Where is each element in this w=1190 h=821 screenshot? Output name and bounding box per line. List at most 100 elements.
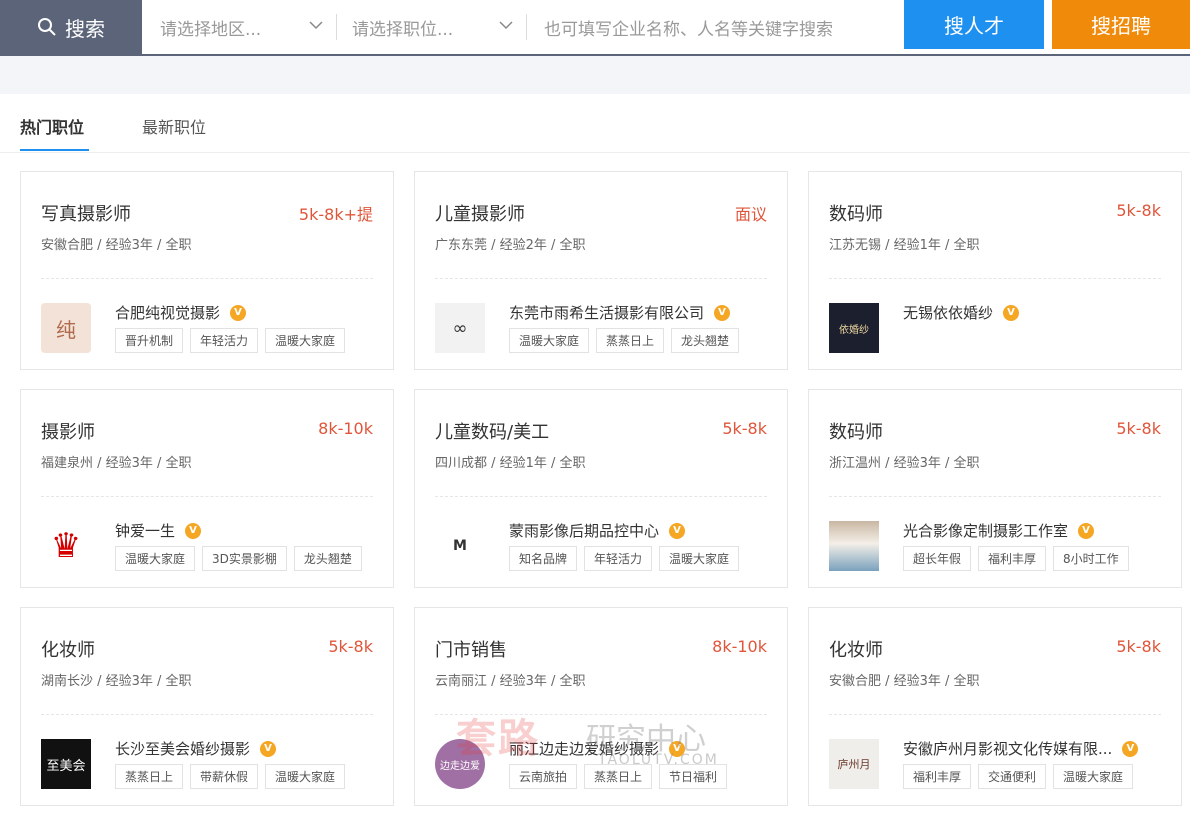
- company-tag: 年轻活力: [190, 328, 259, 353]
- keyword-input-placeholder: 也可填写企业名称、人名等关键字搜索: [544, 19, 833, 40]
- company-name[interactable]: 蒙雨影像后期品控中心 V: [509, 520, 686, 541]
- verified-v-icon: V: [669, 740, 686, 757]
- job-salary: 5k-8k: [328, 637, 373, 656]
- job-meta: 江苏无锡 / 经验1年 / 全职: [829, 238, 980, 253]
- region-select[interactable]: 请选择地区...: [160, 0, 330, 54]
- job-tabs: 热门职位 最新职位: [0, 94, 1190, 153]
- job-title[interactable]: 摄影师: [41, 418, 95, 444]
- region-select-placeholder: 请选择地区...: [160, 19, 262, 40]
- search-bar: 搜索 请选择地区... 请选择职位... 也可填写企业名称、人名等关键字搜索 搜…: [0, 0, 1190, 56]
- job-title[interactable]: 化妆师: [829, 636, 883, 662]
- verified-v-icon: V: [230, 304, 247, 321]
- company-name[interactable]: 光合影像定制摄影工作室 V: [903, 520, 1095, 541]
- company-tags: 温暖大家庭 3D实景影棚 龙头翘楚: [115, 546, 369, 571]
- tab-hot-jobs[interactable]: 热门职位: [20, 114, 84, 138]
- position-select[interactable]: 请选择职位...: [352, 0, 520, 54]
- job-card[interactable]: 数码师 5k-8k 江苏无锡 / 经验1年 / 全职依婚纱 无锡依依婚纱 V: [808, 171, 1182, 370]
- company-name[interactable]: 无锡依依婚纱 V: [903, 302, 1020, 323]
- verified-v-icon: V: [1122, 740, 1139, 757]
- job-meta: 云南丽江 / 经验3年 / 全职: [435, 674, 586, 689]
- job-title[interactable]: 数码师: [829, 200, 883, 226]
- company-tags: 温暖大家庭 蒸蒸日上 龙头翘楚: [509, 328, 746, 353]
- card-divider: [435, 496, 767, 497]
- company-name-text: 长沙至美会婚纱摄影: [115, 740, 251, 758]
- company-tags: 云南旅拍 蒸蒸日上 节日福利: [509, 764, 734, 789]
- company-logo-text: 庐州月: [837, 758, 871, 771]
- company-tag: 超长年假: [903, 546, 972, 571]
- company-logo[interactable]: 纯: [41, 303, 91, 353]
- job-card[interactable]: 儿童摄影师 面议 广东东莞 / 经验2年 / 全职 ∞ 东莞市雨希生活摄影有限公司 V 温暖…: [414, 171, 788, 370]
- company-tag: 年轻活力: [584, 546, 653, 571]
- job-card[interactable]: 门市销售 8k-10k 云南丽江 / 经验3年 / 全职 边走边爱 丽江边走边爱婚纱摄影…: [414, 607, 788, 806]
- card-divider: [435, 278, 767, 279]
- company-tag: 温暖大家庭: [115, 546, 196, 571]
- job-salary: 5k-8k: [1116, 419, 1161, 438]
- job-card[interactable]: 数码师 5k-8k 浙江温州 / 经验3年 / 全职 光合影像定制摄影工作室 V 超长年假…: [808, 389, 1182, 588]
- company-tag: 节日福利: [659, 764, 728, 789]
- job-title[interactable]: 儿童数码/美工: [435, 418, 549, 444]
- card-divider: [829, 278, 1161, 279]
- company-tag: 晋升机制: [115, 328, 184, 353]
- tab-latest-jobs[interactable]: 最新职位: [142, 114, 206, 138]
- verified-v-icon: V: [669, 522, 686, 539]
- company-tag: 温暖大家庭: [1053, 764, 1134, 789]
- divider: [526, 14, 527, 40]
- job-card[interactable]: 儿童数码/美工 5k-8k 四川成都 / 经验1年 / 全职 M 蒙雨影像后期品控中心 V…: [414, 389, 788, 588]
- company-name[interactable]: 东莞市雨希生活摄影有限公司 V: [509, 302, 731, 323]
- job-meta: 四川成都 / 经验1年 / 全职: [435, 456, 586, 471]
- company-logo[interactable]: 边走边爱: [435, 739, 485, 789]
- active-tab-indicator: [20, 149, 89, 151]
- company-tag: 福利丰厚: [978, 546, 1047, 571]
- company-logo[interactable]: [829, 521, 879, 571]
- company-logo[interactable]: 至美会: [41, 739, 91, 789]
- company-name-text: 东莞市雨希生活摄影有限公司: [509, 304, 705, 322]
- search-icon: [38, 18, 56, 36]
- company-tags: 超长年假 福利丰厚 8小时工作: [903, 546, 1136, 571]
- company-name[interactable]: 丽江边走边爱婚纱摄影 V: [509, 738, 686, 759]
- job-card[interactable]: 摄影师 8k-10k 福建泉州 / 经验3年 / 全职 ♛ 钟爱一生 V 温暖大家庭 3D实景…: [20, 389, 394, 588]
- search-talent-button[interactable]: 搜人才: [904, 0, 1044, 49]
- job-meta: 安徽合肥 / 经验3年 / 全职: [41, 238, 192, 253]
- company-tag: 云南旅拍: [509, 764, 578, 789]
- job-title[interactable]: 儿童摄影师: [435, 200, 525, 226]
- job-salary: 5k-8k+提: [298, 205, 373, 224]
- company-logo[interactable]: 庐州月: [829, 739, 879, 789]
- company-tag: 蒸蒸日上: [596, 328, 665, 353]
- company-name[interactable]: 长沙至美会婚纱摄影 V: [115, 738, 277, 759]
- company-tags: 蒸蒸日上 带薪休假 温暖大家庭: [115, 764, 352, 789]
- job-title[interactable]: 门市销售: [435, 636, 507, 662]
- company-logo[interactable]: M: [435, 521, 485, 571]
- company-name[interactable]: 钟爱一生 V: [115, 520, 202, 541]
- search-label[interactable]: 搜索: [0, 0, 142, 54]
- job-salary: 5k-8k: [1116, 201, 1161, 220]
- verified-v-icon: V: [1003, 304, 1020, 321]
- company-name-text: 合肥纯视觉摄影: [115, 304, 221, 322]
- job-card[interactable]: 写真摄影师 5k-8k+提安徽合肥 / 经验3年 / 全职纯 合肥纯视觉摄影 V 晋升机…: [20, 171, 394, 370]
- company-name-text: 蒙雨影像后期品控中心: [509, 522, 660, 540]
- verified-v-icon: V: [1078, 522, 1095, 539]
- company-logo-text: 纯: [56, 317, 76, 342]
- search-jobs-button[interactable]: 搜招聘: [1052, 0, 1190, 49]
- divider: [336, 14, 337, 40]
- job-salary: 5k-8k: [722, 419, 767, 438]
- job-title[interactable]: 化妆师: [41, 636, 95, 662]
- job-title[interactable]: 写真摄影师: [41, 200, 131, 226]
- verified-v-icon: V: [185, 522, 202, 539]
- job-meta: 广东东莞 / 经验2年 / 全职: [435, 238, 586, 253]
- company-tags: 福利丰厚 交通便利 温暖大家庭: [903, 764, 1140, 789]
- company-logo-text: M: [453, 538, 467, 554]
- job-card[interactable]: 化妆师 5k-8k 安徽合肥 / 经验3年 / 全职 庐州月 安徽庐州月影视文化传媒有限…: [808, 607, 1182, 806]
- company-logo-text: 依婚纱: [839, 324, 869, 336]
- position-select-placeholder: 请选择职位...: [352, 19, 454, 40]
- company-name[interactable]: 合肥纯视觉摄影 V: [115, 302, 247, 323]
- company-logo[interactable]: ♛: [41, 521, 91, 571]
- company-logo[interactable]: 依婚纱: [829, 303, 879, 353]
- company-tag: 温暖大家庭: [265, 764, 346, 789]
- company-logo[interactable]: ∞: [435, 303, 485, 353]
- company-logo-text: 至美会: [46, 758, 86, 774]
- job-title[interactable]: 数码师: [829, 418, 883, 444]
- company-tag: 福利丰厚: [903, 764, 972, 789]
- keyword-input[interactable]: 也可填写企业名称、人名等关键字搜索: [544, 0, 894, 54]
- job-card[interactable]: 化妆师 5k-8k 湖南长沙 / 经验3年 / 全职 至美会 长沙至美会婚纱摄影 V 蒸蒸日…: [20, 607, 394, 806]
- company-name[interactable]: 安徽庐州月影视文化传媒有限... V: [903, 738, 1139, 759]
